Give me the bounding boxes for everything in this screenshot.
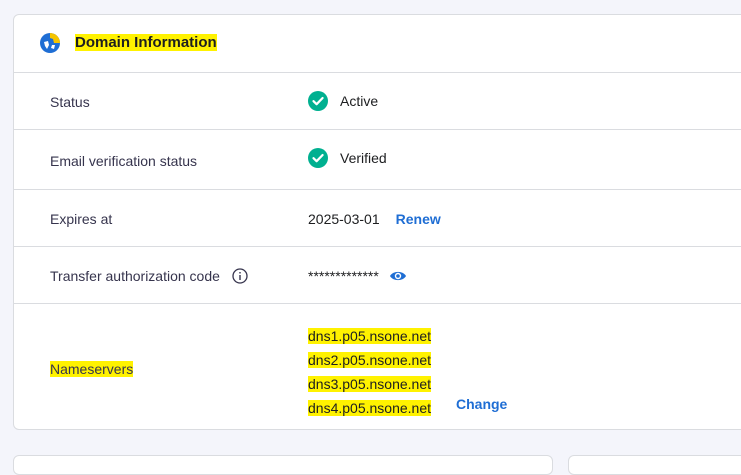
expires-value: 2025-03-01 Renew — [308, 210, 441, 228]
info-icon[interactable] — [232, 268, 248, 284]
email-verification-text: Verified — [340, 150, 387, 166]
nameserver-item: dns3.p05.nsone.net — [308, 376, 431, 392]
email-verification-value: Verified — [308, 148, 387, 168]
transfer-code-row: Transfer authorization code ************… — [14, 247, 741, 304]
check-circle-icon — [308, 148, 328, 168]
card-header: Domain Information — [14, 15, 741, 73]
expires-date: 2025-03-01 — [308, 211, 380, 227]
next-card-left — [13, 455, 553, 475]
change-nameservers-button[interactable]: Change — [456, 396, 507, 412]
status-value: Active — [308, 91, 378, 111]
transfer-code-label: Transfer authorization code — [50, 267, 248, 285]
status-text: Active — [340, 93, 379, 109]
email-verification-label: Email verification status — [50, 153, 198, 169]
next-card-right — [568, 455, 741, 475]
nameserver-item: dns2.p05.nsone.net — [308, 352, 431, 368]
transfer-code-label-text: Transfer authorization code — [50, 268, 220, 284]
nameservers-row: Nameservers dns1.p05.nsone.net dns2.p05.… — [14, 304, 741, 429]
eye-icon[interactable] — [389, 269, 407, 283]
transfer-code-masked: ************* — [308, 268, 379, 284]
renew-button[interactable]: Renew — [396, 210, 441, 228]
nameserver-list: dns1.p05.nsone.net dns2.p05.nsone.net dn… — [308, 324, 431, 420]
domain-information-card: Domain Information Status Active Email v… — [13, 14, 741, 430]
expires-row: Expires at 2025-03-01 Renew — [14, 190, 741, 247]
globe-icon — [40, 33, 60, 53]
expires-label: Expires at — [50, 211, 113, 227]
nameserver-item: dns4.p05.nsone.net — [308, 400, 431, 416]
check-circle-icon — [308, 91, 328, 111]
nameserver-item: dns1.p05.nsone.net — [308, 328, 431, 344]
nameservers-label: Nameservers — [50, 361, 134, 377]
status-row: Status Active — [14, 73, 741, 130]
transfer-code-value: ************* — [308, 267, 407, 285]
card-title: Domain Information — [75, 34, 217, 51]
status-label: Status — [50, 94, 90, 110]
email-verification-row: Email verification status Verified — [14, 130, 741, 190]
